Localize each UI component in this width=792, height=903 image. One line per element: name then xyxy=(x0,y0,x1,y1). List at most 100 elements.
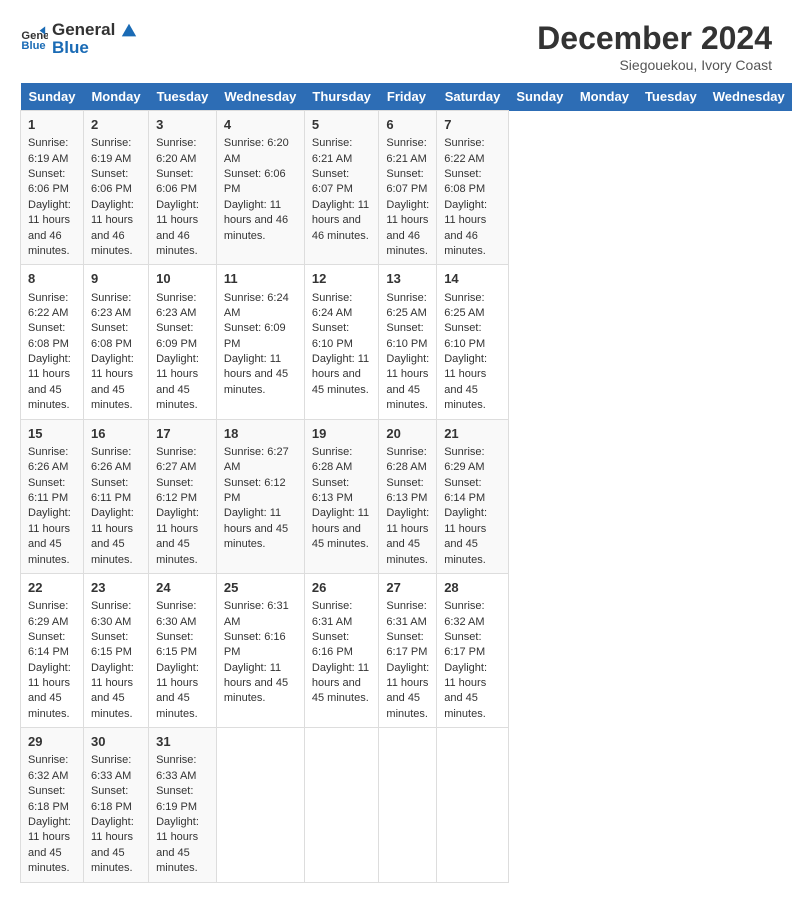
calendar-cell: 13Sunrise: 6:25 AMSunset: 6:10 PMDayligh… xyxy=(379,265,437,419)
daylight-text: Daylight: 11 hours and 46 minutes. xyxy=(224,199,288,242)
calendar-cell: 9Sunrise: 6:23 AMSunset: 6:08 PMDaylight… xyxy=(83,265,148,419)
sunset-text: Sunset: 6:08 PM xyxy=(28,322,69,349)
daylight-text: Daylight: 11 hours and 45 minutes. xyxy=(444,507,487,565)
sunrise-text: Sunrise: 6:19 AM xyxy=(91,137,131,164)
sunset-text: Sunset: 6:06 PM xyxy=(224,168,286,195)
sunset-text: Sunset: 6:19 PM xyxy=(156,785,197,812)
daylight-text: Daylight: 11 hours and 45 minutes. xyxy=(156,816,199,874)
weekday-header-monday: Monday xyxy=(572,83,637,111)
day-number: 18 xyxy=(224,425,297,443)
logo: General Blue General Blue xyxy=(20,20,138,59)
calendar-cell: 29Sunrise: 6:32 AMSunset: 6:18 PMDayligh… xyxy=(21,728,84,882)
daylight-text: Daylight: 11 hours and 45 minutes. xyxy=(224,353,288,396)
sunrise-text: Sunrise: 6:22 AM xyxy=(28,292,68,319)
sunset-text: Sunset: 6:09 PM xyxy=(224,322,286,349)
sunrise-text: Sunrise: 6:19 AM xyxy=(28,137,68,164)
sunset-text: Sunset: 6:12 PM xyxy=(224,477,286,504)
day-number: 24 xyxy=(156,579,209,597)
calendar-cell: 2Sunrise: 6:19 AMSunset: 6:06 PMDaylight… xyxy=(83,111,148,265)
day-number: 5 xyxy=(312,116,372,134)
day-number: 27 xyxy=(386,579,429,597)
sunset-text: Sunset: 6:08 PM xyxy=(444,168,485,195)
weekday-header-tuesday: Tuesday xyxy=(637,83,705,111)
day-number: 9 xyxy=(91,270,141,288)
sunset-text: Sunset: 6:18 PM xyxy=(28,785,69,812)
day-number: 15 xyxy=(28,425,76,443)
sunset-text: Sunset: 6:18 PM xyxy=(91,785,132,812)
calendar-table: SundayMondayTuesdayWednesdayThursdayFrid… xyxy=(20,83,792,883)
calendar-cell: 1Sunrise: 6:19 AMSunset: 6:06 PMDaylight… xyxy=(21,111,84,265)
calendar-cell: 30Sunrise: 6:33 AMSunset: 6:18 PMDayligh… xyxy=(83,728,148,882)
daylight-text: Daylight: 11 hours and 45 minutes. xyxy=(444,662,487,720)
sunrise-text: Sunrise: 6:26 AM xyxy=(91,446,131,473)
weekday-header-monday: Monday xyxy=(83,83,148,111)
sunrise-text: Sunrise: 6:31 AM xyxy=(312,600,352,627)
daylight-text: Daylight: 11 hours and 45 minutes. xyxy=(156,353,199,411)
day-number: 26 xyxy=(312,579,372,597)
day-number: 20 xyxy=(386,425,429,443)
sunrise-text: Sunrise: 6:32 AM xyxy=(28,754,68,781)
sunrise-text: Sunrise: 6:29 AM xyxy=(28,600,68,627)
sunrise-text: Sunrise: 6:33 AM xyxy=(91,754,131,781)
calendar-cell: 3Sunrise: 6:20 AMSunset: 6:06 PMDaylight… xyxy=(149,111,217,265)
day-number: 16 xyxy=(91,425,141,443)
sunrise-text: Sunrise: 6:30 AM xyxy=(156,600,196,627)
sunrise-text: Sunrise: 6:26 AM xyxy=(28,446,68,473)
calendar-cell: 23Sunrise: 6:30 AMSunset: 6:15 PMDayligh… xyxy=(83,573,148,727)
sunrise-text: Sunrise: 6:31 AM xyxy=(224,600,289,627)
calendar-cell: 11Sunrise: 6:24 AMSunset: 6:09 PMDayligh… xyxy=(216,265,304,419)
day-number: 7 xyxy=(444,116,501,134)
weekday-header-tuesday: Tuesday xyxy=(149,83,217,111)
calendar-cell: 31Sunrise: 6:33 AMSunset: 6:19 PMDayligh… xyxy=(149,728,217,882)
daylight-text: Daylight: 11 hours and 45 minutes. xyxy=(224,662,288,705)
page-header: General Blue General Blue December 2024 … xyxy=(20,20,772,73)
sunrise-text: Sunrise: 6:31 AM xyxy=(386,600,426,627)
day-number: 8 xyxy=(28,270,76,288)
sunset-text: Sunset: 6:17 PM xyxy=(444,631,485,658)
sunset-text: Sunset: 6:10 PM xyxy=(386,322,427,349)
day-number: 22 xyxy=(28,579,76,597)
weekday-header-thursday: Thursday xyxy=(304,83,379,111)
calendar-cell: 26Sunrise: 6:31 AMSunset: 6:16 PMDayligh… xyxy=(304,573,379,727)
daylight-text: Daylight: 11 hours and 45 minutes. xyxy=(386,507,429,565)
title-section: December 2024 Siegouekou, Ivory Coast xyxy=(537,20,772,73)
day-number: 14 xyxy=(444,270,501,288)
sunrise-text: Sunrise: 6:29 AM xyxy=(444,446,484,473)
calendar-cell: 19Sunrise: 6:28 AMSunset: 6:13 PMDayligh… xyxy=(304,419,379,573)
calendar-cell: 17Sunrise: 6:27 AMSunset: 6:12 PMDayligh… xyxy=(149,419,217,573)
sunrise-text: Sunrise: 6:25 AM xyxy=(386,292,426,319)
day-number: 3 xyxy=(156,116,209,134)
calendar-week-1: 1Sunrise: 6:19 AMSunset: 6:06 PMDaylight… xyxy=(21,111,792,265)
sunset-text: Sunset: 6:08 PM xyxy=(91,322,132,349)
daylight-text: Daylight: 11 hours and 45 minutes. xyxy=(156,507,199,565)
sunset-text: Sunset: 6:10 PM xyxy=(312,322,353,349)
sunrise-text: Sunrise: 6:25 AM xyxy=(444,292,484,319)
sunrise-text: Sunrise: 6:23 AM xyxy=(156,292,196,319)
day-number: 19 xyxy=(312,425,372,443)
calendar-cell: 27Sunrise: 6:31 AMSunset: 6:17 PMDayligh… xyxy=(379,573,437,727)
calendar-cell xyxy=(437,728,509,882)
daylight-text: Daylight: 11 hours and 45 minutes. xyxy=(28,662,71,720)
day-number: 4 xyxy=(224,116,297,134)
daylight-text: Daylight: 11 hours and 46 minutes. xyxy=(312,199,369,242)
day-number: 11 xyxy=(224,270,297,288)
calendar-cell: 7Sunrise: 6:22 AMSunset: 6:08 PMDaylight… xyxy=(437,111,509,265)
svg-text:Blue: Blue xyxy=(21,40,45,52)
sunrise-text: Sunrise: 6:33 AM xyxy=(156,754,196,781)
weekday-header-friday: Friday xyxy=(379,83,437,111)
day-number: 13 xyxy=(386,270,429,288)
daylight-text: Daylight: 11 hours and 45 minutes. xyxy=(91,662,134,720)
daylight-text: Daylight: 11 hours and 46 minutes. xyxy=(28,199,71,257)
sunset-text: Sunset: 6:15 PM xyxy=(91,631,132,658)
sunset-text: Sunset: 6:07 PM xyxy=(386,168,427,195)
daylight-text: Daylight: 11 hours and 46 minutes. xyxy=(444,199,487,257)
calendar-cell: 12Sunrise: 6:24 AMSunset: 6:10 PMDayligh… xyxy=(304,265,379,419)
calendar-cell: 5Sunrise: 6:21 AMSunset: 6:07 PMDaylight… xyxy=(304,111,379,265)
sunset-text: Sunset: 6:14 PM xyxy=(28,631,69,658)
daylight-text: Daylight: 11 hours and 45 minutes. xyxy=(312,507,369,550)
sunrise-text: Sunrise: 6:20 AM xyxy=(224,137,289,164)
sunrise-text: Sunrise: 6:27 AM xyxy=(156,446,196,473)
sunset-text: Sunset: 6:17 PM xyxy=(386,631,427,658)
sunset-text: Sunset: 6:16 PM xyxy=(312,631,353,658)
sunset-text: Sunset: 6:11 PM xyxy=(28,477,68,504)
